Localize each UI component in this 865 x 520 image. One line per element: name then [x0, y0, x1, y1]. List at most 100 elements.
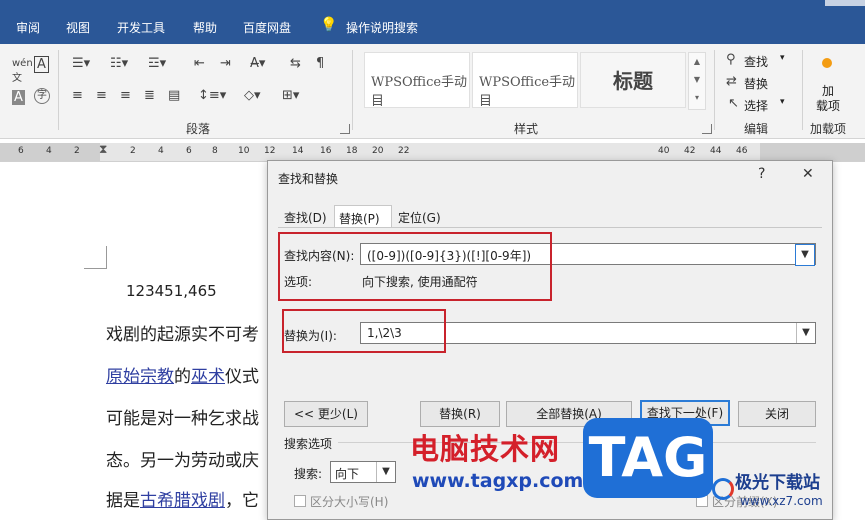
replace-button[interactable]: 替换 [744, 75, 768, 92]
tab-find[interactable]: 查找(D) [280, 205, 331, 227]
tab-goto[interactable]: 定位(G) [394, 205, 445, 227]
gallery-scroll[interactable]: ▲ ▼ ▾ [688, 52, 706, 110]
separator [714, 50, 715, 130]
separator [352, 50, 353, 130]
replace-button[interactable]: 替换(R) [420, 401, 500, 427]
addins-group-label: 加载项 [810, 122, 847, 136]
doc-text-line: 原始宗教的巫术仪式 [106, 362, 259, 387]
wen-pinyin-icon[interactable]: wén 文 [12, 58, 33, 84]
style-gallery-item[interactable]: WPSOffice手动目 [472, 52, 578, 109]
paragraph-launcher-icon[interactable] [340, 124, 350, 134]
addins-button[interactable]: 加 载项 [816, 84, 840, 114]
highlight-box [282, 309, 446, 353]
chevron-down-icon[interactable]: ▼ [376, 462, 395, 482]
show-marks-icon[interactable]: ¶ [316, 56, 324, 71]
dialog-close-button[interactable]: 关闭 [738, 401, 816, 427]
window-edge [825, 0, 865, 6]
menu-review[interactable]: 审阅 [16, 19, 40, 36]
ruler-number: 44 [710, 146, 722, 156]
menu-bar: 审阅 视图 开发工具 帮助 百度网盘 💡 操作说明搜索 [0, 0, 865, 44]
chevron-down-icon[interactable]: ▼ [795, 244, 815, 266]
borders-icon[interactable]: ⊞▾ [282, 88, 299, 103]
watermark-text: 极光下载站 [735, 473, 820, 493]
justify-icon[interactable]: ≣ [144, 88, 155, 103]
ruler-margin-right [760, 143, 865, 161]
select-button[interactable]: 选择 [744, 97, 768, 114]
ruler-number: 6 [186, 146, 192, 156]
ruler-number: 46 [736, 146, 748, 156]
ruler-number: 4 [46, 146, 52, 156]
ruler-number: 16 [320, 146, 332, 156]
tag-logo: TAG [583, 418, 713, 498]
line-spacing-icon[interactable]: ↕≡▾ [198, 88, 226, 103]
cursor-icon[interactable]: ↖ [728, 96, 739, 111]
doc-text-line: 可能是对一种乞求战 [106, 409, 259, 429]
chevron-down-icon[interactable]: ▾ [780, 97, 785, 107]
enclose-char-icon[interactable]: 字 [34, 88, 50, 104]
increase-indent-icon[interactable]: ⇥ [220, 56, 231, 71]
margin-corner-mark [84, 246, 107, 269]
match-case-checkbox[interactable] [294, 495, 306, 507]
menu-developer[interactable]: 开发工具 [117, 19, 165, 36]
align-right-icon[interactable]: ≡ [120, 88, 131, 103]
style-gallery-item[interactable]: WPSOffice手动目 [364, 52, 470, 109]
watermark-url: www.xz7.com [740, 494, 823, 508]
style-gallery-item[interactable]: 标题 [580, 52, 686, 108]
decrease-indent-icon[interactable]: ⇤ [194, 56, 205, 71]
doc-text-line: 123451,465 [126, 282, 217, 300]
separator [802, 50, 803, 130]
close-icon[interactable]: ✕ [802, 166, 814, 182]
char-shading-icon[interactable]: A [12, 90, 25, 105]
multilevel-list-icon[interactable]: ☲▾ [148, 56, 166, 71]
doc-text-line: 戏剧的起源实不可考 [106, 325, 259, 345]
highlight-box [278, 232, 552, 301]
menu-tell-me[interactable]: 操作说明搜索 [346, 19, 418, 36]
tab-replace[interactable]: 替换(P) [334, 205, 392, 227]
align-left-icon[interactable]: ≡ [72, 88, 83, 103]
doc-text-line: 据是古希腊戏剧，它 [106, 486, 259, 511]
ruler-number: 2 [130, 146, 136, 156]
menu-help[interactable]: 帮助 [193, 19, 217, 36]
styles-launcher-icon[interactable] [702, 124, 712, 134]
chevron-down-icon[interactable]: ▾ [780, 53, 785, 63]
align-center-icon[interactable]: ≡ [96, 88, 107, 103]
doc-text: 仪式 [225, 367, 259, 387]
doc-hyperlink[interactable]: 原始宗教 [106, 367, 174, 387]
chevron-down-icon[interactable]: ▼ [796, 323, 815, 343]
doc-text: 的 [174, 367, 191, 387]
ruler-number: 8 [212, 146, 218, 156]
doc-hyperlink[interactable]: 古希腊戏剧 [140, 491, 225, 511]
find-icon[interactable]: ⚲ [726, 52, 736, 67]
separator [58, 50, 59, 130]
numbered-list-icon[interactable]: ☷▾ [110, 56, 128, 71]
distributed-icon[interactable]: ▤ [168, 88, 180, 103]
chinese-layout-icon[interactable]: ⇆ [290, 56, 301, 71]
ruler-number: 14 [292, 146, 304, 156]
watermark-url: www.tagxp.com [412, 470, 584, 492]
find-button[interactable]: 查找 [744, 53, 768, 70]
ruler-number: 4 [158, 146, 164, 156]
char-border-icon[interactable]: A [34, 56, 49, 73]
editing-group-label: 编辑 [744, 122, 769, 136]
less-button[interactable]: << 更少(L) [284, 401, 368, 427]
ruler-number: 22 [398, 146, 410, 156]
ruler-number: 20 [372, 146, 384, 156]
replace-icon[interactable]: ⇄ [726, 74, 737, 89]
addin-icon[interactable] [822, 58, 832, 68]
doc-hyperlink[interactable]: 巫术 [191, 367, 225, 387]
ruler-number: 10 [238, 146, 250, 156]
search-direction-value: 向下 [335, 467, 360, 481]
search-direction-select[interactable]: 向下 ▼ [330, 461, 396, 483]
dialog-title: 查找和替换 [278, 172, 339, 186]
indent-marker-icon[interactable]: ⧗ [99, 142, 107, 157]
menu-baidu-netdisk[interactable]: 百度网盘 [243, 19, 291, 36]
ruler-number: 40 [658, 146, 670, 156]
help-button[interactable]: ? [758, 166, 765, 182]
text-direction-icon[interactable]: A̶▾ [250, 56, 265, 71]
shading-icon[interactable]: ◇▾ [244, 88, 261, 103]
menu-view[interactable]: 视图 [66, 19, 90, 36]
paragraph-group-label: 段落 [186, 122, 211, 136]
doc-text-line: 态。另一为劳动或庆 [106, 451, 259, 471]
ruler-number: 6 [18, 146, 24, 156]
bullet-list-icon[interactable]: ☰▾ [72, 56, 90, 71]
